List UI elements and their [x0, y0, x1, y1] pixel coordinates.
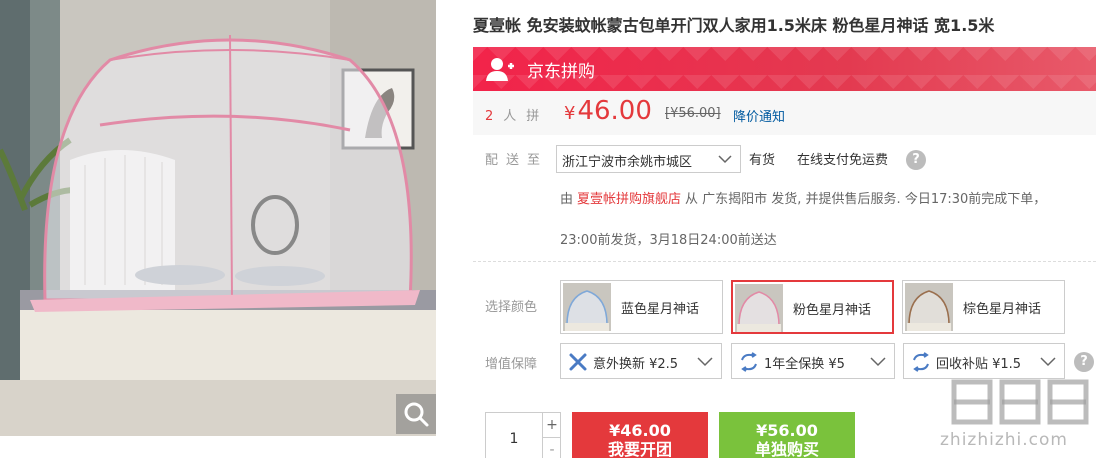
chevron-down-icon — [697, 357, 713, 367]
service-label: 增值保障 — [485, 357, 538, 372]
quantity-input[interactable]: 1 — [486, 431, 542, 447]
shipping-info-line: 由夏壹帐拼购旗舰店从 广东揭阳市 发货, 并提供售后服务. 今日17:30前完成… — [560, 192, 1047, 207]
shop-name-link[interactable]: 夏壹帐拼购旗舰店 — [577, 192, 681, 207]
chevron-down-icon — [1040, 357, 1056, 367]
single-button-label: 单独购买 — [754, 440, 819, 458]
service-help-icon[interactable]: ? — [1074, 352, 1094, 372]
color-option-brown[interactable]: 棕色星月神话 — [902, 280, 1065, 334]
service-name: 回收补贴 ¥1.5 — [936, 357, 1022, 372]
stock-status: 有货 — [749, 153, 776, 168]
deliver-to-label: 配送至 — [485, 153, 549, 168]
color-label: 选择颜色 — [485, 300, 538, 315]
color-thumbnail — [905, 283, 953, 331]
original-price: [¥56.00] — [665, 106, 721, 121]
service-accident-replace[interactable]: 意外换新 ¥2.5 — [560, 343, 722, 379]
price-drop-notify-link[interactable]: 降价通知 — [733, 106, 785, 125]
watermark-logo — [951, 379, 1089, 425]
product-photo — [0, 0, 436, 436]
color-thumbnail — [563, 283, 611, 331]
address-select[interactable]: 浙江宁波市余姚市城区 — [556, 145, 741, 173]
group-button-label: 我要开团 — [607, 440, 672, 458]
color-option-blue[interactable]: 蓝色星月神话 — [560, 280, 723, 334]
free-shipping-text: 在线支付免运费 — [797, 153, 889, 168]
service-name: 1年全保换 ¥5 — [764, 357, 845, 372]
group-price: ¥46.00 — [564, 96, 652, 126]
service-warranty[interactable]: 1年全保换 ¥5 — [731, 343, 895, 379]
single-button-price: ¥56.00 — [756, 421, 818, 440]
exchange-icon — [913, 352, 929, 372]
price-area: 2人拼 ¥46.00 [¥56.00] 降价通知 — [473, 91, 1096, 135]
group-size-label: 2人拼 — [485, 109, 550, 124]
magnifier-icon — [404, 402, 429, 427]
exchange-icon — [741, 352, 757, 372]
color-name: 棕色星月神话 — [963, 302, 1042, 317]
color-name: 蓝色星月神话 — [621, 302, 700, 317]
product-title: 夏壹帐 免安装蚊帐蒙古包单开门双人家用1.5米床 粉色星月神话 宽1.5米 — [473, 16, 995, 35]
color-option-pink[interactable]: 粉色星月神话 — [731, 280, 894, 334]
group-users-icon — [486, 58, 514, 81]
shipping-eta-line: 23:00前发货，3月18日24:00前送达 — [560, 233, 777, 248]
color-thumbnail — [735, 284, 783, 332]
section-divider — [473, 261, 1096, 262]
banner-label: 京东拼购 — [527, 62, 595, 82]
quantity-minus-button[interactable]: - — [542, 438, 561, 458]
address-value: 浙江宁波市余姚市城区 — [562, 155, 693, 170]
tools-icon — [569, 353, 587, 371]
help-icon[interactable]: ? — [906, 150, 926, 170]
quantity-plus-button[interactable]: + — [542, 413, 561, 438]
watermark: zhizhizhi.com — [940, 372, 1096, 458]
zoom-button[interactable] — [396, 394, 436, 434]
watermark-site: zhizhizhi.com — [940, 430, 1068, 450]
group-button-price: ¥46.00 — [609, 421, 671, 440]
color-name: 粉色星月神话 — [793, 303, 872, 318]
jd-pingou-banner: 京东拼购 — [473, 47, 1096, 91]
service-name: 意外换新 ¥2.5 — [593, 357, 679, 372]
chevron-down-icon — [718, 155, 732, 164]
start-group-button[interactable]: ¥46.00 我要开团 — [572, 412, 708, 458]
quantity-stepper: 1 + - — [485, 412, 561, 458]
buy-alone-button[interactable]: ¥56.00 单独购买 — [719, 412, 855, 458]
chevron-down-icon — [870, 357, 886, 367]
product-main-image — [0, 0, 436, 436]
